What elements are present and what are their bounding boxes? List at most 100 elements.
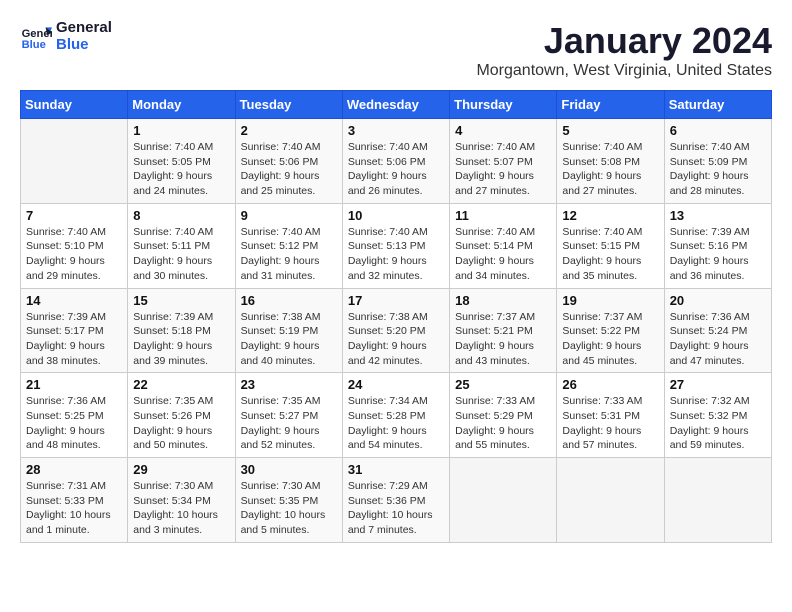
calendar-cell: 12Sunrise: 7:40 AMSunset: 5:15 PMDayligh… [557, 203, 664, 288]
logo: General Blue General Blue [20, 20, 112, 53]
calendar-cell: 23 Sunrise: 7:35 AMSunset: 5:27 PMDayligh… [235, 373, 342, 458]
day-number: 25 [455, 377, 551, 392]
day-detail: Sunrise: 7:40 AMSunset: 5:06 PMDaylight:… [241, 140, 337, 199]
day-number: 23 [241, 377, 337, 392]
day-number: 10 [348, 208, 444, 223]
logo-text-line1: General [56, 20, 112, 37]
calendar-cell: 10 Sunrise: 7:40 AMSunset: 5:13 PMDayligh… [342, 203, 449, 288]
day-number: 17 [348, 293, 444, 308]
day-number: 30 [241, 462, 337, 477]
day-detail: Sunrise: 7:35 AMSunset: 5:27 PMDaylight:… [241, 394, 337, 453]
day-number: 9 [241, 208, 337, 223]
calendar-table: SundayMondayTuesdayWednesdayThursdayFrid… [20, 90, 772, 543]
day-detail: Sunrise: 7:39 AMSunset: 5:16 PMDaylight:… [670, 225, 766, 284]
calendar-week-1: 1Sunrise: 7:40 AMSunset: 5:05 PMDaylight… [21, 119, 772, 204]
day-detail: Sunrise: 7:40 AMSunset: 5:11 PMDaylight:… [133, 225, 229, 284]
day-number: 22 [133, 377, 229, 392]
day-number: 11 [455, 208, 551, 223]
day-detail: Sunrise: 7:39 AMSunset: 5:18 PMDaylight:… [133, 310, 229, 369]
calendar-cell: 25Sunrise: 7:33 AMSunset: 5:29 PMDayligh… [450, 373, 557, 458]
column-header-thursday: Thursday [450, 91, 557, 119]
calendar-cell: 18Sunrise: 7:37 AMSunset: 5:21 PMDayligh… [450, 288, 557, 373]
calendar-cell [450, 458, 557, 543]
calendar-cell: 26 Sunrise: 7:33 AMSunset: 5:31 PMDayligh… [557, 373, 664, 458]
day-detail: Sunrise: 7:36 AMSunset: 5:25 PMDaylight:… [26, 394, 122, 453]
day-detail: Sunrise: 7:34 AMSunset: 5:28 PMDaylight:… [348, 394, 444, 453]
day-detail: Sunrise: 7:29 AMSunset: 5:36 PMDaylight:… [348, 479, 444, 538]
day-detail: Sunrise: 7:37 AMSunset: 5:22 PMDaylight:… [562, 310, 658, 369]
day-number: 29 [133, 462, 229, 477]
day-number: 14 [26, 293, 122, 308]
day-number: 24 [348, 377, 444, 392]
day-number: 27 [670, 377, 766, 392]
day-number: 7 [26, 208, 122, 223]
day-number: 26 [562, 377, 658, 392]
calendar-title: January 2024 [476, 20, 772, 62]
column-header-monday: Monday [128, 91, 235, 119]
calendar-cell: 14 Sunrise: 7:39 AMSunset: 5:17 PMDayligh… [21, 288, 128, 373]
day-detail: Sunrise: 7:31 AMSunset: 5:33 PMDaylight:… [26, 479, 122, 538]
calendar-cell: 11 Sunrise: 7:40 AMSunset: 5:14 PMDayligh… [450, 203, 557, 288]
column-header-friday: Friday [557, 91, 664, 119]
calendar-cell: 21 Sunrise: 7:36 AMSunset: 5:25 PMDayligh… [21, 373, 128, 458]
calendar-cell: 24 Sunrise: 7:34 AMSunset: 5:28 PMDayligh… [342, 373, 449, 458]
svg-text:Blue: Blue [22, 39, 46, 51]
calendar-cell: 3 Sunrise: 7:40 AMSunset: 5:06 PMDaylight… [342, 119, 449, 204]
calendar-cell: 22Sunrise: 7:35 AMSunset: 5:26 PMDayligh… [128, 373, 235, 458]
day-detail: Sunrise: 7:40 AMSunset: 5:06 PMDaylight:… [348, 140, 444, 199]
calendar-cell [664, 458, 771, 543]
calendar-week-2: 7 Sunrise: 7:40 AMSunset: 5:10 PMDaylight… [21, 203, 772, 288]
calendar-cell: 5 Sunrise: 7:40 AMSunset: 5:08 PMDaylight… [557, 119, 664, 204]
day-detail: Sunrise: 7:33 AMSunset: 5:31 PMDaylight:… [562, 394, 658, 453]
calendar-cell: 16 Sunrise: 7:38 AMSunset: 5:19 PMDayligh… [235, 288, 342, 373]
day-detail: Sunrise: 7:30 AMSunset: 5:34 PMDaylight:… [133, 479, 229, 538]
logo-icon: General Blue [20, 21, 52, 53]
calendar-cell: 20 Sunrise: 7:36 AMSunset: 5:24 PMDayligh… [664, 288, 771, 373]
day-detail: Sunrise: 7:40 AMSunset: 5:14 PMDaylight:… [455, 225, 551, 284]
day-detail: Sunrise: 7:39 AMSunset: 5:17 PMDaylight:… [26, 310, 122, 369]
logo-text-line2: Blue [56, 37, 112, 54]
calendar-cell: 9 Sunrise: 7:40 AMSunset: 5:12 PMDaylight… [235, 203, 342, 288]
calendar-cell: 29 Sunrise: 7:30 AMSunset: 5:34 PMDayligh… [128, 458, 235, 543]
day-detail: Sunrise: 7:40 AMSunset: 5:08 PMDaylight:… [562, 140, 658, 199]
calendar-week-4: 21 Sunrise: 7:36 AMSunset: 5:25 PMDayligh… [21, 373, 772, 458]
day-number: 28 [26, 462, 122, 477]
calendar-cell: 17 Sunrise: 7:38 AMSunset: 5:20 PMDayligh… [342, 288, 449, 373]
calendar-cell [21, 119, 128, 204]
calendar-cell: 7 Sunrise: 7:40 AMSunset: 5:10 PMDaylight… [21, 203, 128, 288]
day-detail: Sunrise: 7:30 AMSunset: 5:35 PMDaylight:… [241, 479, 337, 538]
calendar-cell: 28 Sunrise: 7:31 AMSunset: 5:33 PMDayligh… [21, 458, 128, 543]
calendar-week-3: 14 Sunrise: 7:39 AMSunset: 5:17 PMDayligh… [21, 288, 772, 373]
page-header: General Blue General Blue January 2024 M… [20, 20, 772, 80]
calendar-cell: 2 Sunrise: 7:40 AMSunset: 5:06 PMDaylight… [235, 119, 342, 204]
day-number: 3 [348, 123, 444, 138]
calendar-cell: 15 Sunrise: 7:39 AMSunset: 5:18 PMDayligh… [128, 288, 235, 373]
column-header-sunday: Sunday [21, 91, 128, 119]
day-number: 2 [241, 123, 337, 138]
column-header-tuesday: Tuesday [235, 91, 342, 119]
day-detail: Sunrise: 7:38 AMSunset: 5:19 PMDaylight:… [241, 310, 337, 369]
day-detail: Sunrise: 7:36 AMSunset: 5:24 PMDaylight:… [670, 310, 766, 369]
calendar-cell: 6Sunrise: 7:40 AMSunset: 5:09 PMDaylight… [664, 119, 771, 204]
calendar-cell: 27Sunrise: 7:32 AMSunset: 5:32 PMDayligh… [664, 373, 771, 458]
calendar-cell [557, 458, 664, 543]
day-number: 21 [26, 377, 122, 392]
day-detail: Sunrise: 7:40 AMSunset: 5:10 PMDaylight:… [26, 225, 122, 284]
day-detail: Sunrise: 7:40 AMSunset: 5:13 PMDaylight:… [348, 225, 444, 284]
day-detail: Sunrise: 7:40 AMSunset: 5:12 PMDaylight:… [241, 225, 337, 284]
title-section: January 2024 Morgantown, West Virginia, … [476, 20, 772, 80]
calendar-cell: 30 Sunrise: 7:30 AMSunset: 5:35 PMDayligh… [235, 458, 342, 543]
day-number: 5 [562, 123, 658, 138]
day-number: 20 [670, 293, 766, 308]
calendar-cell: 13Sunrise: 7:39 AMSunset: 5:16 PMDayligh… [664, 203, 771, 288]
day-number: 16 [241, 293, 337, 308]
day-detail: Sunrise: 7:38 AMSunset: 5:20 PMDaylight:… [348, 310, 444, 369]
calendar-header: SundayMondayTuesdayWednesdayThursdayFrid… [21, 91, 772, 119]
calendar-subtitle: Morgantown, West Virginia, United States [476, 62, 772, 80]
day-number: 31 [348, 462, 444, 477]
day-number: 15 [133, 293, 229, 308]
day-number: 8 [133, 208, 229, 223]
calendar-cell: 1Sunrise: 7:40 AMSunset: 5:05 PMDaylight… [128, 119, 235, 204]
column-header-wednesday: Wednesday [342, 91, 449, 119]
calendar-cell: 8 Sunrise: 7:40 AMSunset: 5:11 PMDaylight… [128, 203, 235, 288]
